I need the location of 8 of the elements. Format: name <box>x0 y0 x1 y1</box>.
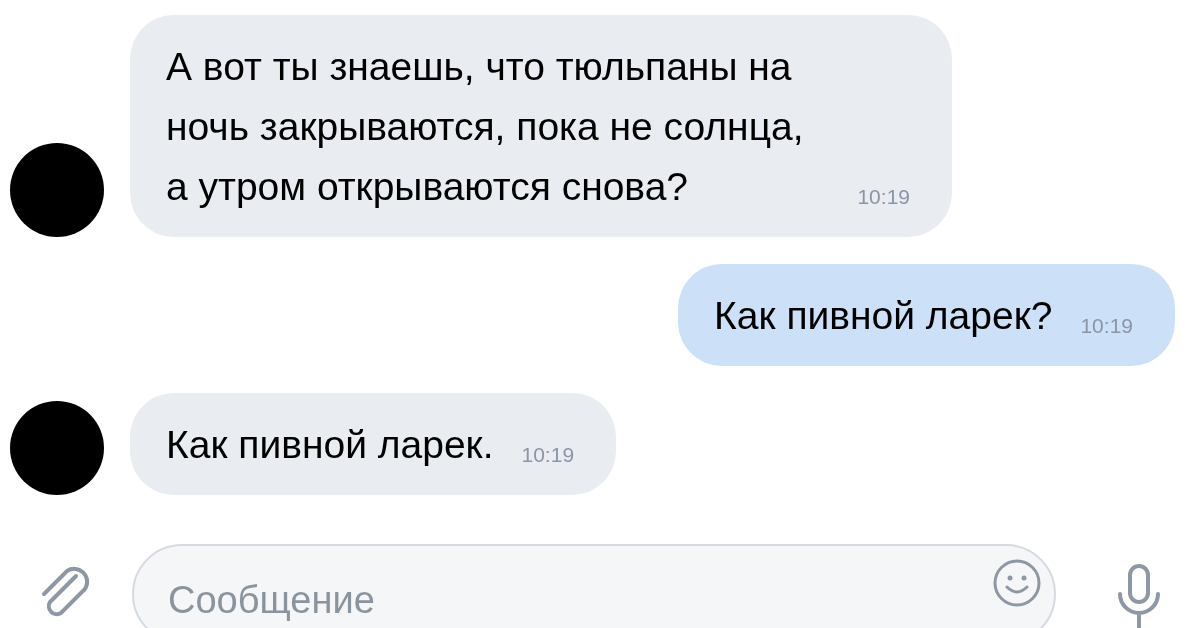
message-text: Как пивной ларек? <box>714 293 1053 339</box>
message-text: Как пивной ларек. <box>166 422 494 468</box>
message-time: 10:19 <box>857 185 910 209</box>
message-text: А вот ты знаешь, что тюльпаны на ночь закрываются, пока не солнца, а утром открываются снова? <box>166 44 805 210</box>
message-time: 10:19 <box>521 443 575 467</box>
message-field[interactable]: Сообщение <box>132 544 1056 628</box>
emoji-icon[interactable] <box>992 558 1042 609</box>
message-time: 10:19 <box>1080 314 1133 338</box>
